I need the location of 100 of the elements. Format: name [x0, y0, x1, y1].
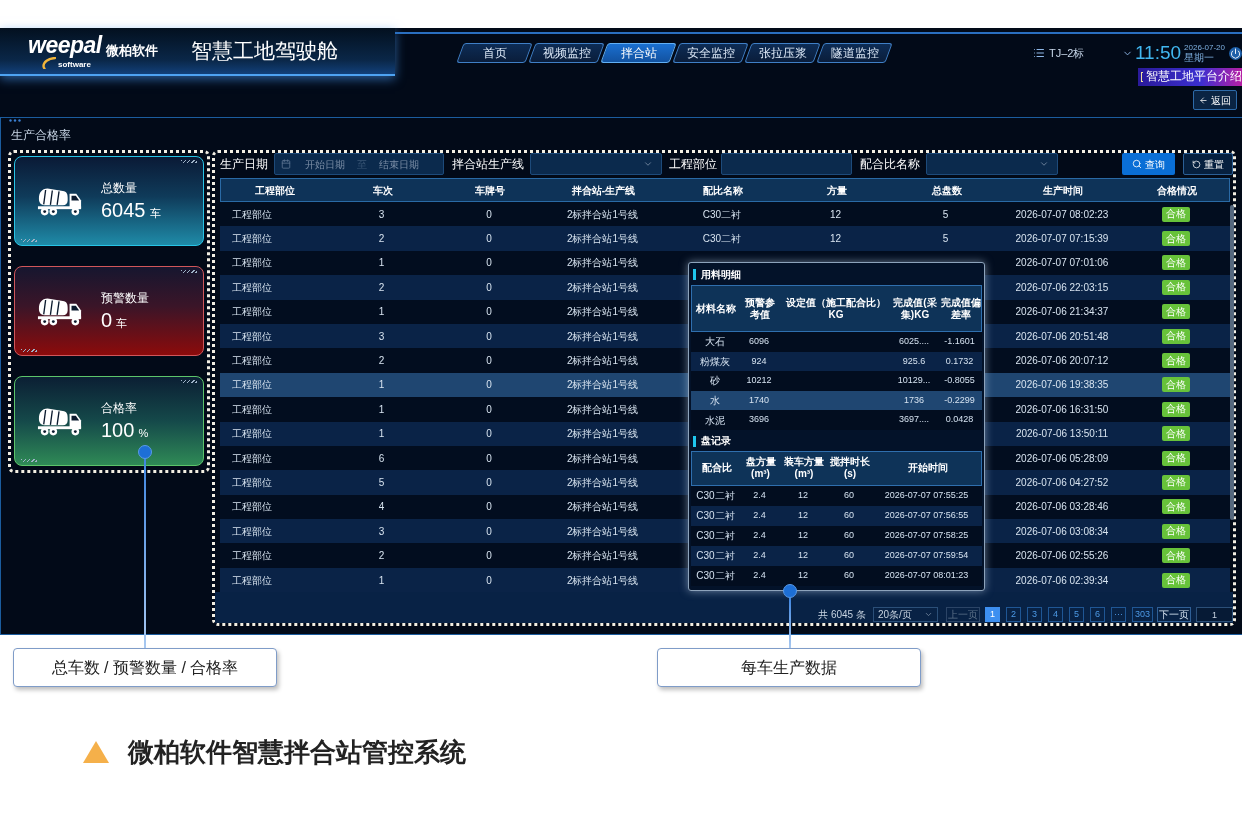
stat-value: 0: [101, 309, 113, 332]
table-cell-text: 0: [485, 232, 493, 247]
table-cell-text: 2标拌合站1号线: [565, 256, 640, 271]
table-cell-text: C30二衬: [695, 529, 736, 544]
column-header: 设定值（施工配合比）KG: [785, 296, 887, 321]
table-cell-text: 2标拌合站1号线: [565, 329, 640, 344]
table-cell-text: 3697....: [898, 413, 930, 427]
column-header: 工程部位: [254, 183, 296, 198]
section-title: 用料明细: [701, 268, 741, 281]
table-cell-text: -1.1601: [943, 335, 976, 349]
column-header: 预警参考值: [744, 296, 776, 321]
table-cell-text: 2标拌合站1号线: [565, 427, 640, 442]
table-cell-text: 2: [377, 354, 386, 369]
table-cell-text: 2026-07-07 07:58:25: [883, 529, 970, 543]
table-cell-text: 2026-07-07 07:55:25: [883, 489, 970, 503]
stat-value: 100: [101, 419, 135, 442]
table-cell-text: 工程部位: [231, 427, 273, 442]
section-title: 生产合格率: [11, 127, 72, 143]
table-cell-text: 2026-07-07 08:01:23: [883, 569, 970, 583]
table-cell-text: 0: [485, 427, 493, 442]
column-header: 完成值(采集)KG: [892, 296, 938, 321]
table-cell-text: 水泥: [704, 413, 726, 428]
table-cell-text: 工程部位: [231, 207, 273, 222]
table-cell-text: 2026-07-06 16:31:50: [1014, 402, 1110, 417]
status-tag: 合格: [1162, 377, 1190, 393]
total-count: 共 6045 条: [818, 608, 866, 622]
filter-label: 拌合站生产线: [452, 156, 524, 173]
table-cell-text: 0: [485, 378, 493, 393]
table-cell-text: 924: [750, 354, 768, 368]
table-cell-text: 2标拌合站1号线: [565, 476, 640, 490]
table-cell-text: C30二衬: [701, 232, 743, 247]
stat-unit: 车: [149, 206, 161, 222]
table-cell-text: 工程部位: [231, 232, 273, 247]
logo-wordmark: weepal: [28, 33, 102, 57]
table-cell-text: 60: [843, 489, 855, 503]
table-cell-text: 大石: [704, 335, 726, 350]
table-cell-text: 2标拌合站1号线: [565, 232, 640, 247]
status-tag: 合格: [1162, 475, 1190, 490]
logo-tagline: software: [58, 59, 91, 69]
table-cell-text: 工程部位: [231, 354, 273, 369]
table-cell-text: 0: [485, 524, 493, 539]
table-cell-text: 2标拌合站1号线: [565, 549, 640, 564]
status-tag: 合格: [1162, 450, 1190, 466]
clock-date: 2026-07-20: [1184, 43, 1225, 52]
table-cell-text: 2标拌合站1号线: [565, 354, 640, 369]
table-cell-text: 粉煤灰: [699, 354, 731, 369]
table-cell-text: 1: [377, 427, 386, 442]
table-cell-text: 3: [377, 207, 386, 222]
table-cell-text: 0: [485, 280, 493, 295]
table-cell-text: C30二衬: [695, 569, 736, 584]
table-cell-text: 0: [485, 305, 493, 320]
table-cell-text: 5: [377, 476, 386, 490]
column-header: 装车方量(m³): [783, 456, 825, 481]
column-header: 完成值偏差率: [939, 296, 982, 321]
table-cell-text: 2026-07-06 13:50:11: [1014, 427, 1110, 442]
table-cell-text: 2.4: [752, 529, 767, 543]
table-cell-text: 2026-07-06 19:38:35: [1014, 378, 1110, 393]
status-tag: 合格: [1162, 401, 1190, 417]
status-tag: 合格: [1162, 255, 1190, 271]
table-cell-text: 12: [797, 549, 809, 563]
clock-weekday: 星期一: [1184, 52, 1216, 63]
clock-time: 11:50: [1134, 43, 1182, 63]
table-cell-text: 工程部位: [231, 329, 273, 344]
status-tag: 合格: [1162, 426, 1190, 442]
column-header: 配比名称: [702, 183, 744, 198]
table-cell-text: 工程部位: [231, 500, 273, 515]
table-cell-text: 工程部位: [231, 378, 273, 393]
table-cell-text: 2026-07-07 07:15:39: [1014, 232, 1110, 247]
table-cell-text: 12: [797, 569, 809, 583]
table-cell-text: 2标拌合站1号线: [565, 573, 640, 588]
table-cell-text: 2标拌合站1号线: [565, 524, 640, 539]
table-cell-text: 12: [828, 207, 843, 222]
callout-label: 每车生产数据: [657, 648, 921, 687]
table-cell-text: 6: [377, 451, 386, 466]
table-cell-text: 12: [828, 232, 843, 247]
filter-label: 工程部位: [669, 156, 717, 173]
table-cell-text: 2026-07-06 02:39:34: [1014, 573, 1110, 588]
column-header: 搅拌时长(s): [829, 456, 871, 481]
table-cell-text: 2026-07-07 07:01:06: [1014, 256, 1110, 271]
table-cell-text: 5: [941, 207, 950, 222]
column-header: 车牌号: [474, 183, 506, 198]
table-cell-text: 0: [485, 549, 493, 564]
stat-label: 预警数量: [101, 290, 149, 307]
column-header: 材料名称: [695, 302, 737, 315]
status-tag: 合格: [1162, 548, 1190, 564]
table-cell-text: 2026-07-06 05:28:09: [1014, 451, 1110, 466]
page-title: 微柏软件智慧拌合站管控系统: [128, 735, 466, 769]
column-header: 生产时间: [1042, 183, 1084, 198]
status-tag: 合格: [1162, 523, 1190, 539]
status-tag: 合格: [1162, 206, 1190, 222]
table-cell-text: 2: [377, 232, 386, 247]
stat-unit: %: [138, 426, 149, 442]
table-cell-text: 2标拌合站1号线: [565, 207, 640, 222]
table-cell-text: 0: [485, 451, 493, 466]
table-cell-text: 1: [377, 256, 386, 271]
table-cell-text: 2标拌合站1号线: [565, 305, 640, 320]
table-cell-text: 0: [485, 329, 493, 344]
table-cell-text: 2026-07-06 22:03:15: [1014, 280, 1110, 295]
table-cell-text: 2标拌合站1号线: [565, 451, 640, 466]
table-cell-text: 2标拌合站1号线: [565, 280, 640, 295]
